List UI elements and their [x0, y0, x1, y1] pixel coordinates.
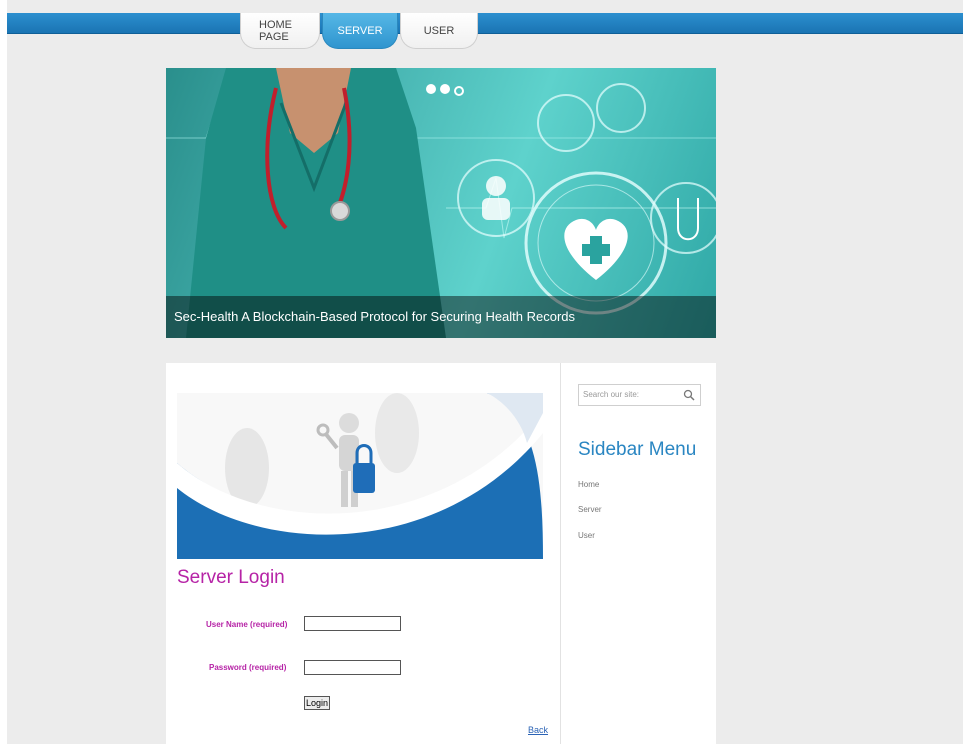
- sidebar-title: Sidebar Menu: [578, 439, 697, 460]
- search-box[interactable]: Search our site:: [578, 384, 701, 406]
- username-input[interactable]: [304, 616, 401, 631]
- username-label: User Name (required): [206, 620, 288, 629]
- top-header-bar: [7, 13, 963, 34]
- main-nav: HOME PAGE SERVER USER: [240, 13, 480, 49]
- sidebar-item-user[interactable]: User: [578, 531, 595, 540]
- nav-tab-server[interactable]: SERVER: [322, 13, 398, 49]
- column-divider: [560, 363, 561, 744]
- login-illustration: [177, 393, 543, 559]
- slider-dot-active[interactable]: [454, 86, 464, 96]
- back-link[interactable]: Back: [528, 725, 548, 735]
- search-input[interactable]: Search our site:: [583, 390, 639, 399]
- password-label: Password (required): [209, 663, 287, 672]
- nav-tab-home[interactable]: HOME PAGE: [240, 13, 320, 49]
- nav-tab-user[interactable]: USER: [400, 13, 478, 49]
- search-icon[interactable]: [683, 389, 695, 401]
- sidebar-item-home[interactable]: Home: [578, 480, 599, 489]
- hero-banner: Sec-Health A Blockchain-Based Protocol f…: [166, 68, 716, 338]
- slider-dots[interactable]: [426, 84, 464, 96]
- content-panel: Server Login User Name (required) Passwo…: [166, 363, 716, 744]
- slider-dot[interactable]: [440, 84, 450, 94]
- login-button[interactable]: Login: [304, 696, 330, 710]
- sidebar-item-server[interactable]: Server: [578, 505, 602, 514]
- slider-dot[interactable]: [426, 84, 436, 94]
- banner-caption: Sec-Health A Blockchain-Based Protocol f…: [166, 296, 716, 338]
- password-input[interactable]: [304, 660, 401, 675]
- login-title: Server Login: [177, 567, 285, 588]
